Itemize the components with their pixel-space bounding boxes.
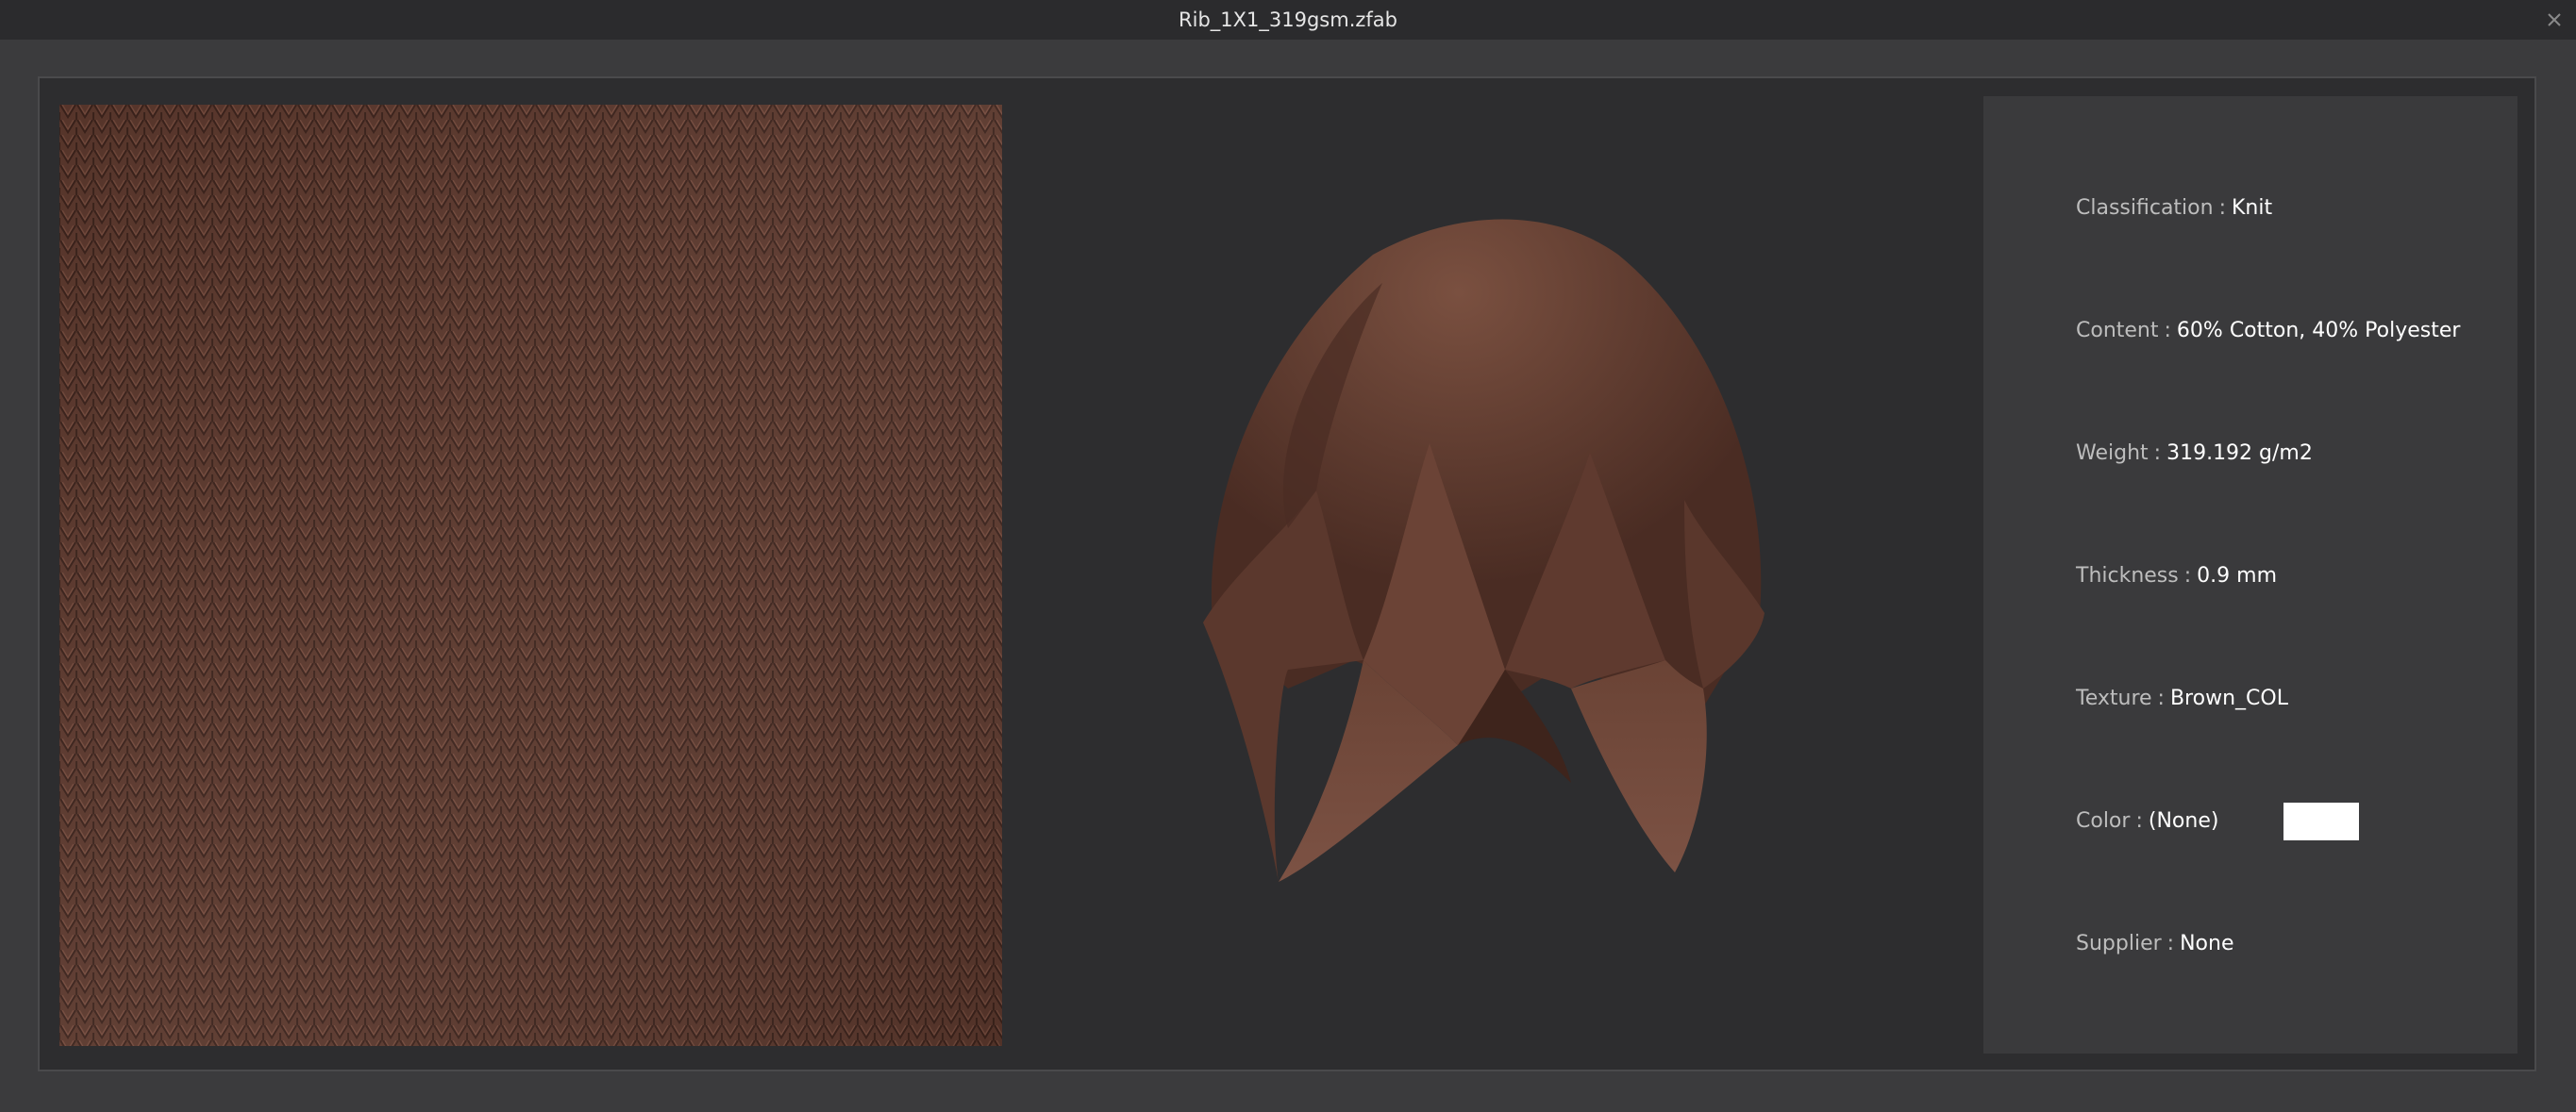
window-title: Rib_1X1_319gsm.zfab: [1179, 8, 1397, 31]
weight-label: Weight: [2076, 441, 2149, 465]
thickness-value: 0.9 mm: [2197, 564, 2277, 588]
thickness-label: Thickness: [2076, 564, 2179, 588]
weight-value: 319.192 g/m2: [2166, 441, 2313, 465]
fabric-swatch-image: [59, 105, 1002, 1046]
content-row: Content:60% Cotton, 40% Polyester: [2076, 319, 2460, 342]
separator: :: [2218, 196, 2226, 220]
classification-row: Classification: Knit: [2076, 196, 2272, 220]
color-swatch-chip[interactable]: [2283, 803, 2359, 840]
separator: :: [2164, 319, 2171, 342]
weight-row: Weight:319.192 g/m2: [2076, 441, 2313, 465]
close-icon[interactable]: [2540, 6, 2568, 34]
color-label: Color: [2076, 809, 2131, 833]
texture-label: Texture: [2076, 687, 2152, 710]
title-bar: Rib_1X1_319gsm.zfab: [0, 0, 2576, 40]
color-row: Color: (None): [2076, 809, 2218, 833]
fabric-info-panel: Classification: Knit Content:60% Cotton, …: [1983, 96, 2517, 1054]
separator: :: [2135, 809, 2143, 833]
texture-value: Brown_COL: [2169, 687, 2288, 710]
separator: :: [2183, 564, 2192, 588]
content-value: 60% Cotton, 40% Polyester: [2176, 319, 2461, 342]
color-value: (None): [2148, 809, 2219, 833]
supplier-row: Supplier: None: [2076, 932, 2233, 955]
supplier-label: Supplier: [2076, 932, 2162, 955]
thickness-row: Thickness:0.9 mm: [2076, 564, 2277, 588]
classification-label: Classification: [2076, 196, 2214, 220]
classification-value: Knit: [2232, 196, 2273, 220]
supplier-value: None: [2180, 932, 2234, 955]
separator: :: [2157, 687, 2165, 710]
content-label: Content: [2076, 319, 2159, 342]
separator: :: [2166, 932, 2175, 955]
texture-row: Texture: Brown_COL: [2076, 687, 2288, 710]
fabric-drape-preview[interactable]: [1175, 217, 1798, 896]
separator: :: [2153, 441, 2162, 465]
